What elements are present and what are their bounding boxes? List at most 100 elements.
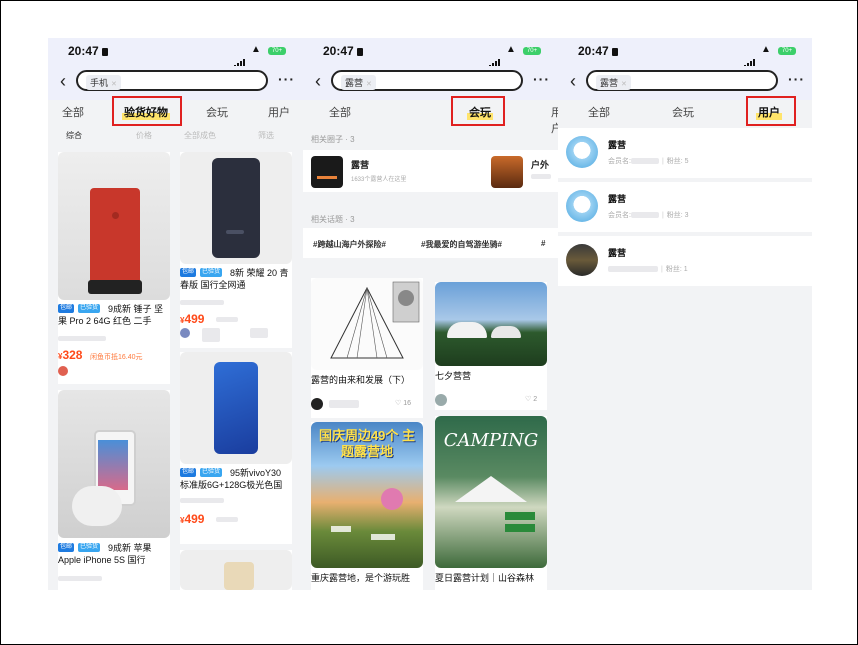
filter-price[interactable]: 价格 bbox=[136, 130, 152, 141]
post-title[interactable]: 露营的由来和发展（下） bbox=[311, 374, 423, 386]
more-icon[interactable]: ··· bbox=[278, 72, 295, 86]
like-count[interactable]: ♡ 2 bbox=[525, 395, 537, 403]
post-title[interactable]: 七夕营营 bbox=[435, 370, 547, 382]
blurred-tags bbox=[58, 576, 102, 581]
user-name[interactable]: 露营 bbox=[608, 192, 626, 205]
filter-more[interactable]: 筛选 bbox=[258, 130, 274, 141]
circle-thumb[interactable] bbox=[491, 156, 523, 188]
search-input[interactable]: 露营 ✕ bbox=[586, 70, 778, 91]
circle-members: 1633个露营人在这里 bbox=[351, 177, 407, 183]
seller-avatar[interactable] bbox=[180, 328, 190, 338]
post-title[interactable]: 夏日露营计划｜山谷森林 bbox=[435, 572, 547, 584]
lock-icon bbox=[101, 47, 108, 56]
like-count[interactable]: ♡ 16 bbox=[395, 399, 411, 407]
topic-chip[interactable]: # bbox=[541, 239, 545, 248]
post-card[interactable]: 露营的由来和发展（下） ♡ 16 bbox=[311, 278, 423, 418]
product-title[interactable]: 95新vivoY30 标准版6G+128G极光色国 bbox=[180, 467, 292, 491]
user-avatar[interactable] bbox=[566, 190, 598, 222]
related-topics: #跨越山海户外探险# #我最爱的自驾游坐骑# # bbox=[303, 228, 558, 258]
product-price: ¥499 bbox=[180, 512, 205, 526]
circles-heading: 相关圈子 · 3 bbox=[311, 135, 355, 144]
battery-icon: 70+ bbox=[778, 47, 796, 55]
wifi-icon: ▲ bbox=[251, 44, 261, 55]
tab-huiwan[interactable]: 会玩 bbox=[206, 104, 228, 120]
clear-icon[interactable]: ✕ bbox=[621, 81, 627, 88]
blurred-author bbox=[329, 400, 359, 408]
circle-thumb[interactable] bbox=[311, 156, 343, 188]
post-image[interactable]: CAMPING bbox=[435, 416, 547, 568]
post-image[interactable]: 国庆周边49个 主题露营地 bbox=[311, 422, 423, 568]
post-title[interactable]: 重庆露营地，是个游玩胜 bbox=[311, 572, 423, 584]
post-image[interactable] bbox=[311, 278, 423, 370]
clock: 20:47 bbox=[578, 44, 618, 58]
panel-camping-huiwan: 20:47 ▲ 70+ ‹ 露营 ✕ ··· 全部 会玩 用户 相关圈子 · 3 … bbox=[303, 38, 558, 590]
post-image[interactable] bbox=[435, 282, 547, 366]
product-photo[interactable] bbox=[58, 390, 170, 538]
lock-icon bbox=[356, 47, 363, 56]
back-arrow-icon[interactable]: ‹ bbox=[315, 72, 321, 90]
blurred-seller bbox=[250, 328, 268, 338]
product-title[interactable]: 9成新 苹果 Apple iPhone 5S 国行 bbox=[58, 542, 170, 566]
user-name[interactable]: 露营 bbox=[608, 246, 626, 259]
product-photo[interactable] bbox=[180, 152, 292, 264]
status-bar: 20:47 ▲ 70+ bbox=[558, 38, 812, 68]
topic-chip[interactable]: #跨越山海户外探险# bbox=[313, 239, 386, 250]
product-price: ¥499 bbox=[180, 312, 205, 326]
blurred-original-price bbox=[216, 317, 238, 322]
product-card[interactable]: 包邮 已验货 9成新 苹果 Apple iPhone 5S 国行 bbox=[58, 390, 170, 590]
tab-users[interactable]: 用户 bbox=[551, 104, 558, 136]
blurred-seller bbox=[202, 328, 220, 342]
product-photo[interactable] bbox=[58, 152, 170, 300]
product-card[interactable] bbox=[180, 550, 292, 590]
user-row[interactable]: 露营 会员名: | 粉丝: 3 bbox=[558, 182, 812, 232]
highlight-box bbox=[112, 96, 182, 126]
seller-avatar[interactable] bbox=[58, 366, 68, 376]
query-chip[interactable]: 露营 ✕ bbox=[341, 75, 376, 90]
tab-all[interactable]: 全部 bbox=[62, 104, 84, 120]
user-row[interactable]: 露营 会员名: | 粉丝: 5 bbox=[558, 128, 812, 178]
product-card[interactable]: 包邮 已验货 9成新 锤子 坚果 Pro 2 64G 红色 二手 ¥328 闲鱼… bbox=[58, 152, 170, 384]
filter-condition[interactable]: 全部成色 bbox=[184, 130, 216, 141]
status-bar: 20:47 ▲ 70+ bbox=[48, 38, 303, 68]
user-row[interactable]: 露营 | 粉丝: 1 bbox=[558, 236, 812, 286]
product-card[interactable]: 包邮 已验货 95新vivoY30 标准版6G+128G极光色国 ¥499 bbox=[180, 352, 292, 544]
back-arrow-icon[interactable]: ‹ bbox=[570, 72, 576, 90]
author-avatar[interactable] bbox=[311, 398, 323, 410]
blurred-tags bbox=[58, 336, 106, 341]
topic-chip[interactable]: #我最爱的自驾游坐骑# bbox=[421, 239, 502, 250]
product-card[interactable]: 包邮 已验货 8新 荣耀 20 青春版 国行全网通 ¥499 bbox=[180, 152, 292, 348]
post-card[interactable]: CAMPING 夏日露营计划｜山谷森林 bbox=[435, 416, 547, 590]
clear-icon[interactable]: ✕ bbox=[111, 81, 117, 88]
product-photo[interactable] bbox=[180, 550, 292, 590]
topics-heading: 相关话题 · 3 bbox=[311, 215, 355, 224]
query-chip[interactable]: 露营 ✕ bbox=[596, 75, 631, 90]
filter-sort-default[interactable]: 综合 bbox=[66, 130, 82, 141]
tab-huiwan[interactable]: 会玩 bbox=[672, 104, 694, 120]
user-avatar[interactable] bbox=[566, 136, 598, 168]
more-icon[interactable]: ··· bbox=[533, 72, 550, 86]
tab-users[interactable]: 用户 bbox=[268, 104, 290, 120]
circle-name[interactable]: 户外 bbox=[531, 158, 549, 171]
back-arrow-icon[interactable]: ‹ bbox=[60, 72, 66, 90]
search-input[interactable]: 露营 ✕ bbox=[331, 70, 523, 91]
circle-name[interactable]: 露营 bbox=[351, 158, 369, 171]
tab-all[interactable]: 全部 bbox=[588, 104, 610, 120]
user-name[interactable]: 露营 bbox=[608, 138, 626, 151]
clear-icon[interactable]: ✕ bbox=[366, 81, 372, 88]
search-bar: ‹ 露营 ✕ ··· bbox=[558, 66, 812, 100]
tab-bar: 全部 验货好物 会玩 用户 bbox=[48, 96, 303, 128]
query-chip[interactable]: 手机 ✕ bbox=[86, 75, 121, 90]
more-icon[interactable]: ··· bbox=[788, 72, 805, 86]
post-card[interactable]: 国庆周边49个 主题露营地 重庆露营地，是个游玩胜 bbox=[311, 422, 423, 590]
tab-all[interactable]: 全部 bbox=[329, 104, 351, 120]
user-avatar[interactable] bbox=[566, 244, 598, 276]
author-avatar[interactable] bbox=[435, 394, 447, 406]
search-input[interactable]: 手机 ✕ bbox=[76, 70, 268, 91]
product-title[interactable]: 9成新 锤子 坚果 Pro 2 64G 红色 二手 bbox=[58, 303, 170, 327]
post-card[interactable]: 七夕营营 ♡ 2 bbox=[435, 282, 547, 410]
lock-icon bbox=[611, 47, 618, 56]
product-photo[interactable] bbox=[180, 352, 292, 464]
related-circles: 露营 1633个露营人在这里 户外 bbox=[303, 150, 558, 192]
poster-text: CAMPING bbox=[443, 430, 539, 451]
product-title[interactable]: 8新 荣耀 20 青春版 国行全网通 bbox=[180, 267, 292, 291]
